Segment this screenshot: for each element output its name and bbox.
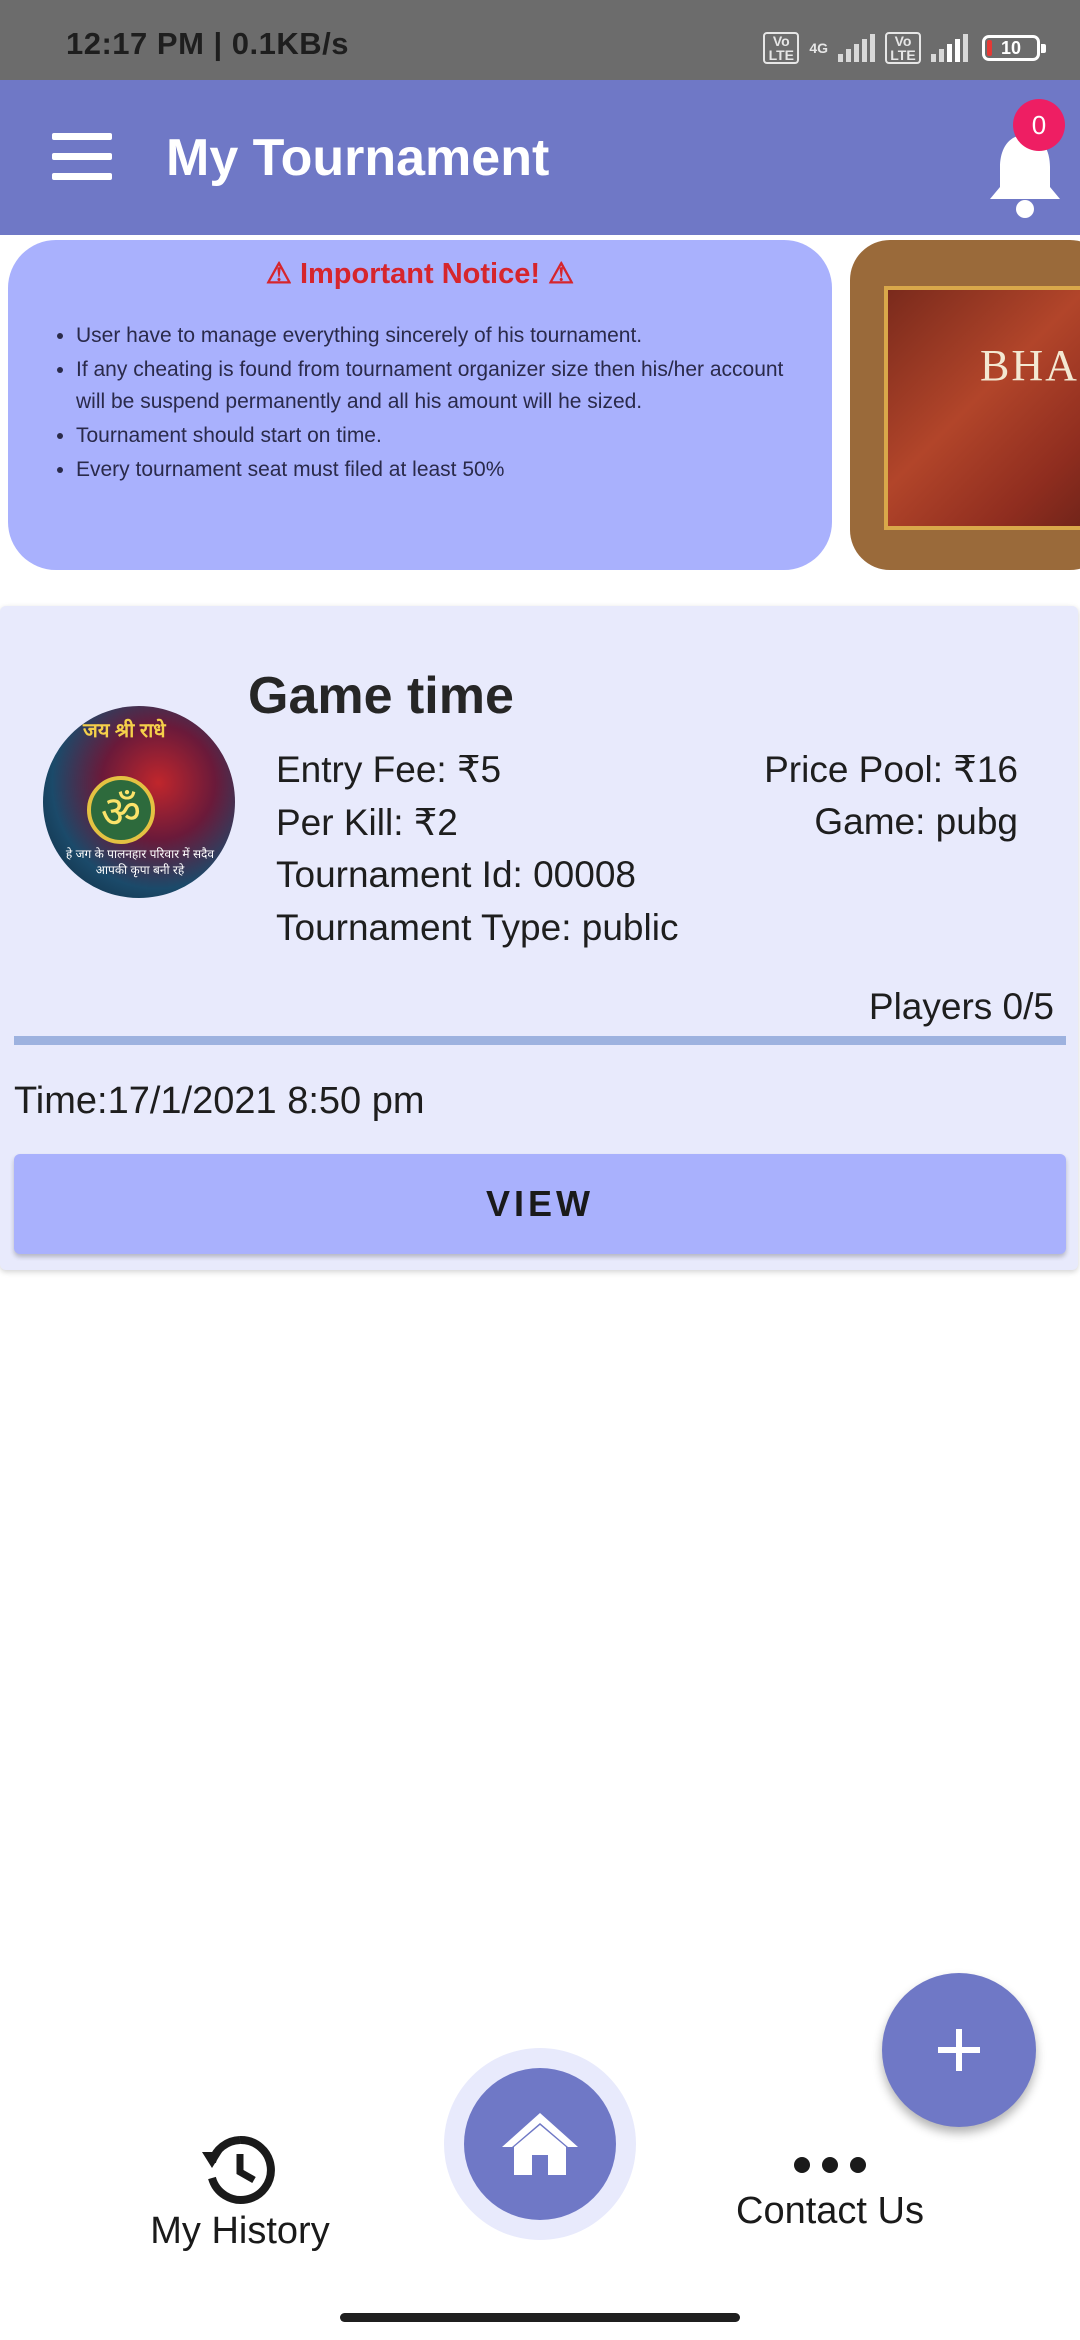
home-icon [502, 2113, 578, 2175]
tournament-name: Game time [248, 667, 514, 725]
more-dots-icon [794, 2157, 866, 2173]
app-bar: My Tournament 0 [0, 80, 1080, 235]
volte-icon: Vo LTE [763, 32, 800, 64]
nav-contact-us-label: Contact Us [736, 2190, 924, 2232]
players-progress-bar [14, 1036, 1066, 1045]
avatar-text-bottom: हे जग के पालनहार परिवार में सदैव आपकी कृ… [65, 847, 215, 877]
plus-icon [938, 2029, 980, 2071]
home-button[interactable] [464, 2068, 616, 2220]
players-count: Players 0/5 [868, 986, 1054, 1027]
notice-item: User have to manage everything sincerely… [76, 320, 808, 352]
page-title: My Tournament [166, 129, 550, 187]
second-banner-text: BHA [980, 341, 1079, 390]
banner-image [884, 286, 1080, 530]
battery-level: 10 [1000, 37, 1022, 58]
tournament-avatar: जय श्री राधे ॐ हे जग के पालनहार परिवार म… [43, 706, 235, 898]
notice-banner[interactable]: ⚠ Important Notice! ⚠ User have to manag… [8, 240, 832, 570]
view-button[interactable]: VIEW [14, 1154, 1066, 1254]
notice-item: Tournament should start on time. [76, 420, 808, 452]
signal-icon-2 [931, 34, 968, 62]
second-banner[interactable]: BHA [850, 240, 1080, 570]
tournament-time: Time:17/1/2021 8:50 pm [14, 1080, 425, 1122]
nav-contact-us[interactable]: Contact Us [720, 2150, 940, 2233]
gesture-bar [340, 2313, 740, 2322]
status-icons: Vo LTE 4G Vo LTE 10 [763, 30, 1046, 66]
notice-list: User have to manage everything sincerely… [36, 320, 808, 488]
per-kill: Per Kill: ₹2 [276, 802, 458, 843]
status-time: 12:17 PM | 0.1KB/s [66, 26, 350, 61]
history-icon [202, 2135, 275, 2204]
tournament-id: Tournament Id: 00008 [276, 854, 636, 895]
notice-item: If any cheating is found from tournament… [76, 354, 808, 418]
avatar-text-top: जय श्री राधे [83, 720, 166, 742]
menu-icon[interactable] [52, 133, 112, 183]
notification-badge: 0 [1013, 99, 1065, 151]
tournament-card[interactable]: जय श्री राधे ॐ हे जग के पालनहार परिवार म… [0, 606, 1078, 1270]
notice-heading: ⚠ Important Notice! ⚠ [265, 258, 575, 290]
nav-my-history[interactable]: My History [140, 2130, 340, 2253]
price-pool: Price Pool: ₹16 [764, 749, 1018, 790]
add-tournament-button[interactable] [882, 1973, 1036, 2127]
nav-my-history-label: My History [150, 2210, 330, 2252]
volte-icon-2: Vo LTE [885, 32, 921, 64]
signal-icon [838, 34, 875, 62]
notice-item: Every tournament seat must filed at leas… [76, 454, 808, 486]
entry-fee: Entry Fee: ₹5 [276, 749, 502, 790]
tournament-type: Tournament Type: public [276, 907, 679, 948]
network-type-icon: 4G [809, 40, 828, 56]
battery-icon: 10 [982, 35, 1046, 61]
game-name: Game: pubg [814, 801, 1018, 842]
status-bar: 12:17 PM | 0.1KB/s Vo LTE 4G Vo LTE 10 [0, 0, 1080, 80]
om-icon: ॐ [87, 776, 155, 844]
